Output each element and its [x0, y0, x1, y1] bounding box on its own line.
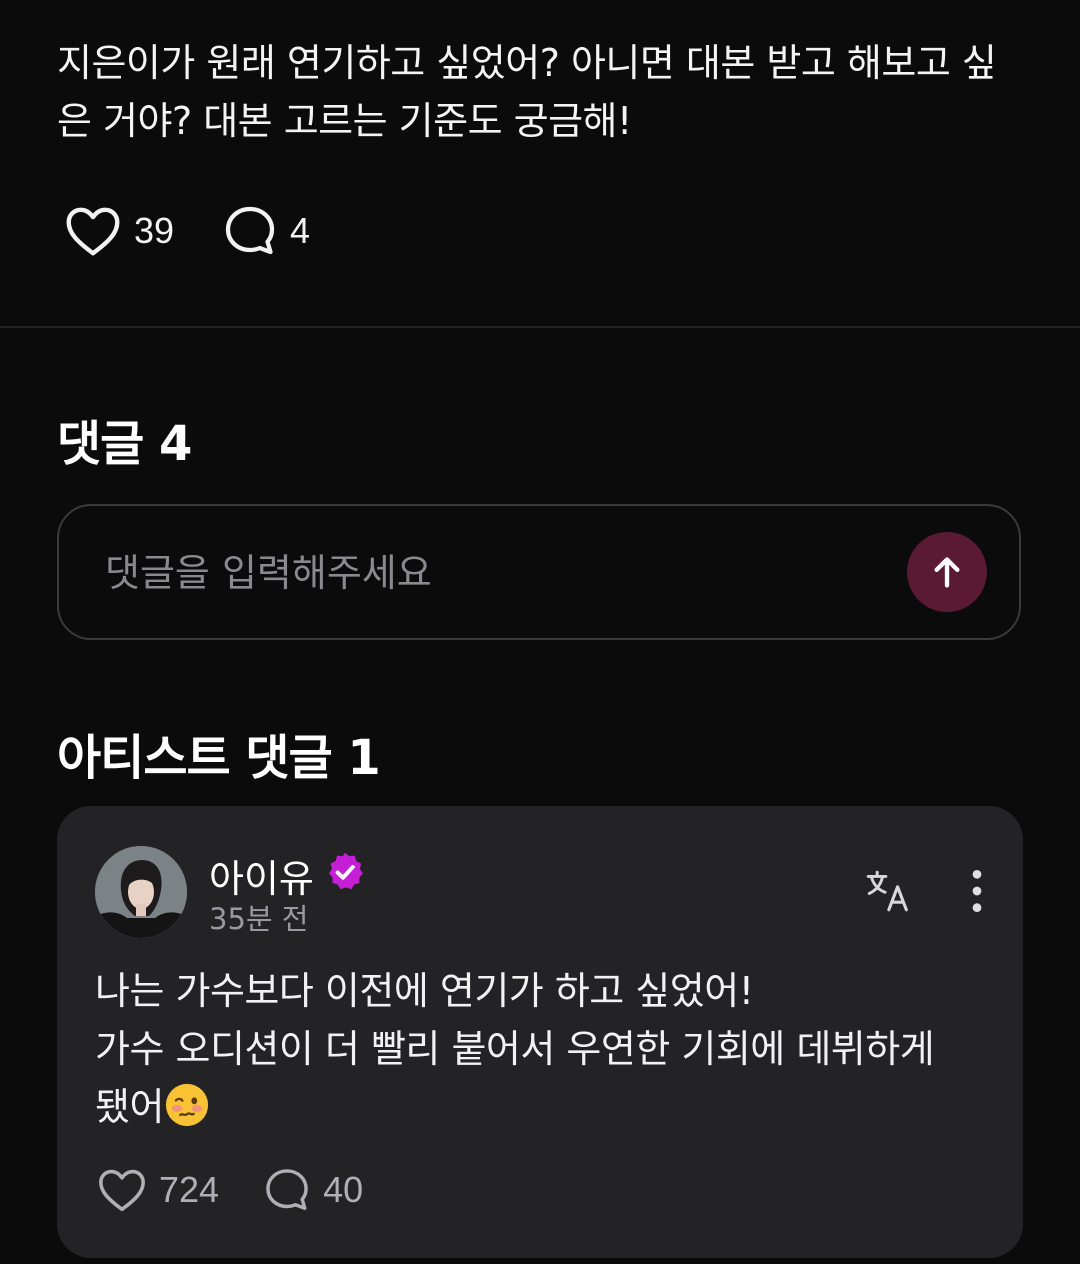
post-like-count: 39	[134, 210, 175, 251]
translate-button[interactable]	[863, 866, 913, 916]
verified-badge-icon	[328, 852, 363, 890]
avatar[interactable]	[95, 846, 187, 938]
post-actions: 39 4	[62, 200, 310, 262]
comment-like-button[interactable]: 724	[95, 1163, 219, 1217]
heart-icon	[66, 207, 120, 256]
comment-bubble-icon	[266, 1169, 308, 1210]
heart-icon	[99, 1169, 145, 1212]
comment-like-count: 724	[159, 1169, 220, 1210]
comment-bubble-icon	[225, 206, 275, 255]
comments-title: 댓글 4	[57, 416, 192, 472]
artist-comments-title: 아티스트 댓글 1	[57, 730, 381, 786]
post-comment-count: 4	[290, 210, 311, 251]
comment-line: 가수 오디션이 더 빨리 붙어서 우연한 기회에 데뷔하게	[95, 1027, 935, 1071]
woozy-face-emoji	[165, 1083, 209, 1127]
artist-comment-card: 아이유 35분 전 나는 가수보다 이전에 연기가 하고 싶었어! 가수 오디션이…	[57, 806, 1023, 1258]
arrow-up-icon	[934, 557, 960, 588]
more-options-button[interactable]	[957, 866, 997, 916]
post-like-button[interactable]: 39	[62, 200, 174, 262]
more-vertical-icon	[972, 869, 982, 913]
section-divider	[0, 326, 1080, 328]
comment-input-box	[57, 504, 1021, 640]
translate-icon	[866, 870, 908, 912]
comment-line: 나는 가수보다 이전에 연기가 하고 싶었어!	[95, 969, 754, 1013]
post-text: 지은이가 원래 연기하고 싶었어? 아니면 대본 받고 해보고 싶은 거야? 대…	[57, 41, 997, 143]
comment-reply-button[interactable]: 40	[261, 1164, 363, 1216]
comment-actions: 724 40	[95, 1162, 363, 1218]
comment-reply-count: 40	[323, 1169, 364, 1210]
comment-input[interactable]	[103, 540, 887, 606]
post-comment-button[interactable]: 4	[220, 201, 310, 261]
comment-line: 됐어	[95, 1085, 164, 1129]
send-comment-button[interactable]	[907, 532, 987, 612]
comment-timestamp: 35분 전	[209, 902, 309, 936]
comment-body: 나는 가수보다 이전에 연기가 하고 싶었어! 가수 오디션이 더 빨리 붙어서 …	[95, 962, 995, 1136]
artist-name[interactable]: 아이유	[209, 848, 314, 903]
